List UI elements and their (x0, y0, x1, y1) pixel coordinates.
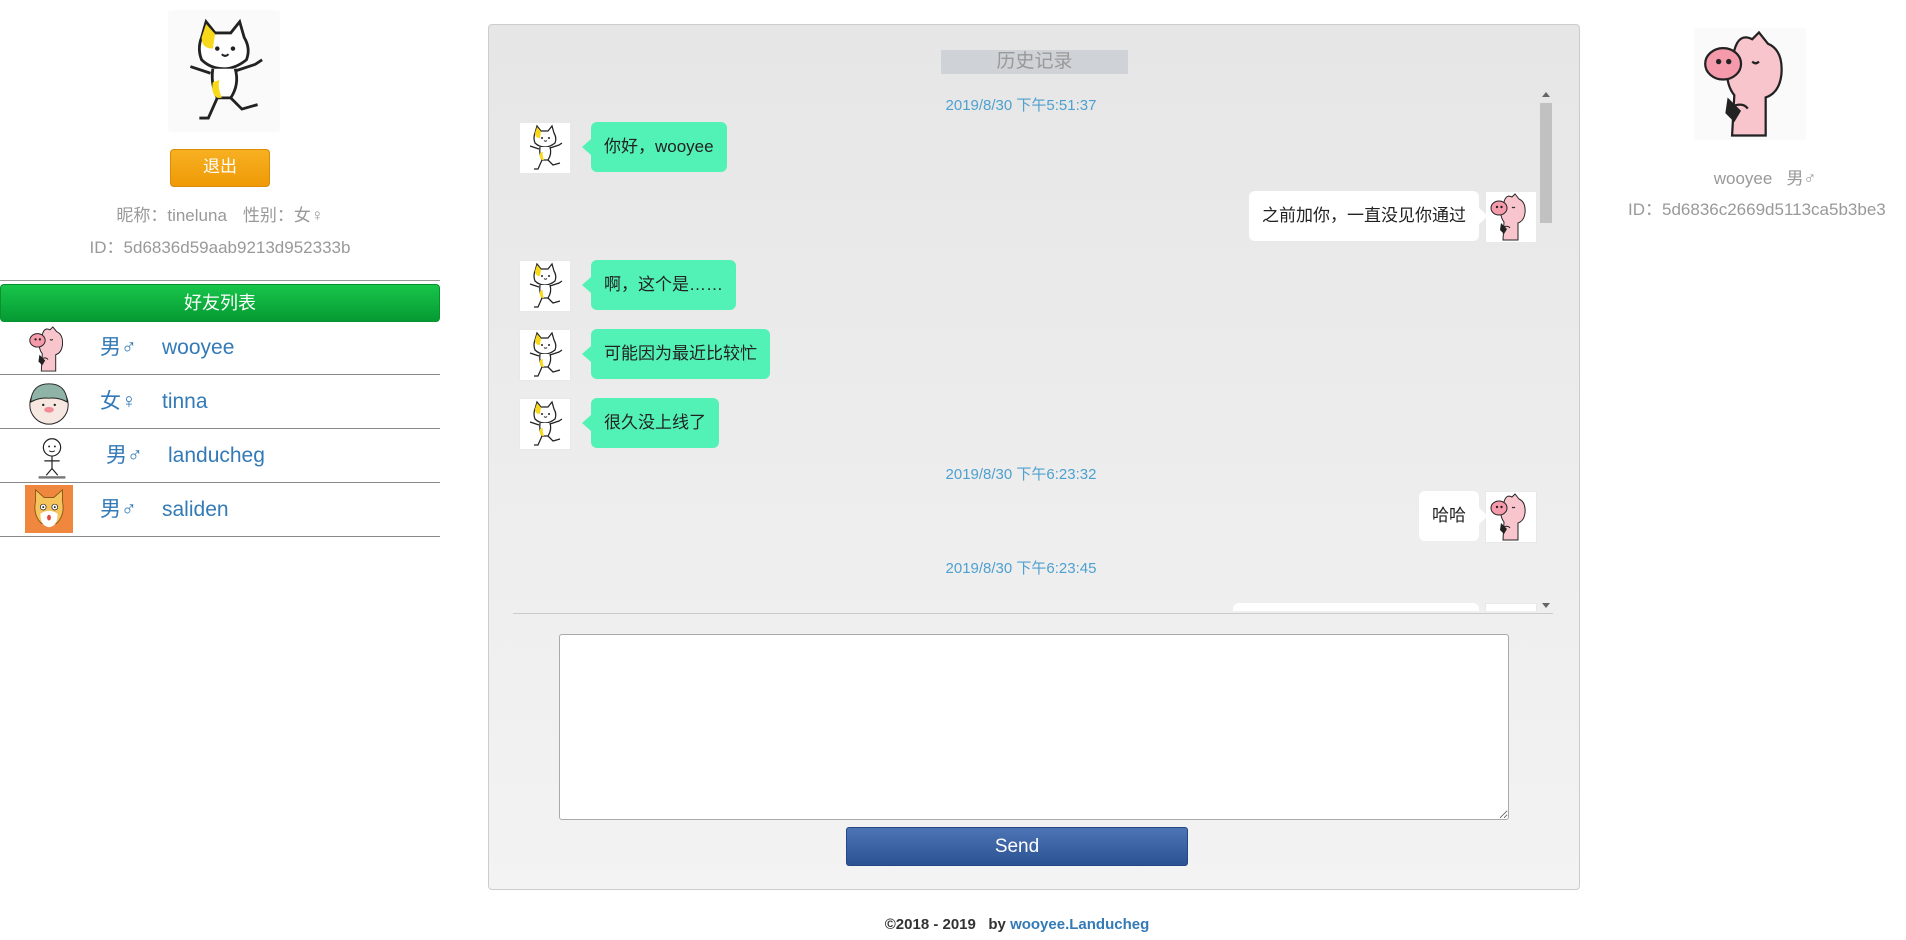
message-bubble-outgoing: 哈哈 (1419, 491, 1488, 541)
logout-button[interactable]: 退出 (170, 149, 270, 187)
peer-id-line: ID：5d6836c2669d5113ca5b3be3 (1628, 195, 1906, 220)
message-avatar (1485, 191, 1537, 243)
timestamp: 2019/8/30 下午6:23:45 (945, 560, 1097, 577)
friend-gender: 男♂ (106, 444, 143, 467)
message-avatar (1485, 603, 1537, 611)
peer-name: wooyee (1713, 169, 1773, 188)
message-avatar (519, 260, 571, 312)
chat-panel: 历史记录 2019/8/30 下午5:51:37 你好，wooyee 之前加你，… (488, 24, 1580, 890)
my-id-line: ID：5d6836d59aab9213d952333b (0, 233, 440, 258)
friend-gender: 女♀ (100, 390, 137, 413)
nickname-label: 昵称： (116, 206, 168, 225)
my-profile-line: 昵称：tineluna 性别：女♀ (0, 201, 440, 226)
timestamp: 2019/8/30 下午6:23:32 (945, 466, 1097, 483)
helmet-character-icon (25, 379, 73, 427)
yellow-cat-icon (520, 399, 570, 449)
pink-pig-icon (1486, 192, 1536, 242)
message-bubble-incoming: 啊，这个是…… (582, 260, 736, 310)
yellow-cat-icon (520, 330, 570, 380)
pink-pig-icon (1486, 492, 1536, 542)
friend-item-saliden[interactable]: 男♂ saliden (0, 483, 440, 537)
message-input[interactable] (559, 634, 1509, 820)
by-text: by (988, 916, 1006, 933)
history-button[interactable]: 历史记录 (941, 50, 1128, 74)
peer-gender: 男♂ (1786, 169, 1817, 188)
message-bubble-incoming: 很久没上线了 (582, 398, 719, 448)
orange-cat-icon (25, 485, 73, 533)
send-button[interactable]: Send (846, 827, 1188, 866)
nickname-value: tineluna (167, 206, 227, 225)
message-list[interactable]: 2019/8/30 下午5:51:37 你好，wooyee 之前加你，一直没见你… (513, 89, 1553, 611)
friend-gender: 男♂ (100, 336, 137, 359)
timestamp: 2019/8/30 下午5:51:37 (945, 97, 1097, 114)
my-avatar (168, 10, 280, 132)
divider (513, 613, 1553, 614)
id-value: 5d6836d59aab9213d952333b (123, 238, 351, 257)
friend-item-tinna[interactable]: 女♀ tinna (0, 375, 440, 429)
message-avatar (519, 398, 571, 450)
friend-avatar (25, 379, 73, 427)
message-bubble-incoming: 可能因为最近比较忙 (582, 329, 770, 379)
peer-id-value: 5d6836c2669d5113ca5b3be3 (1662, 200, 1886, 219)
scroll-up-arrow-icon[interactable] (1542, 92, 1550, 97)
friend-name: saliden (162, 498, 229, 521)
message-avatar (519, 122, 571, 174)
footer: ©2018 - 2019 by wooyee.Landucheg (0, 916, 1906, 933)
friend-item-landucheg[interactable]: 男♂ landucheg (0, 429, 440, 483)
pink-pig-icon (1694, 28, 1806, 140)
gender-value: 女♀ (293, 206, 324, 225)
divider (0, 280, 440, 281)
yellow-cat-icon (168, 10, 280, 132)
user-sidebar: 退出 昵称：tineluna 性别：女♀ ID：5d6836d59aab9213d… (0, 0, 440, 940)
peer-profile-line: wooyee 男♂ (1624, 164, 1906, 189)
pink-pig-icon (25, 325, 73, 373)
message-bubble-incoming: 你好，wooyee (582, 122, 727, 172)
friend-avatar (25, 325, 73, 373)
friend-avatar (25, 485, 73, 533)
gender-label: 性别： (242, 206, 294, 225)
scrollbar-thumb[interactable] (1540, 103, 1552, 223)
friend-name: tinna (162, 390, 208, 413)
friend-name: landucheg (168, 444, 265, 467)
copyright-text: ©2018 - 2019 (884, 916, 976, 933)
friend-item-wooyee[interactable]: 男♂ wooyee (0, 321, 440, 375)
stick-figure-icon (28, 433, 76, 481)
yellow-cat-icon (520, 123, 570, 173)
friend-name: wooyee (162, 336, 235, 359)
id-label: ID： (89, 238, 124, 257)
friend-list-header: 好友列表 (0, 284, 440, 322)
scroll-down-arrow-icon[interactable] (1542, 603, 1550, 608)
authors-link[interactable]: wooyee.Landucheg (1010, 916, 1149, 933)
message-avatar (519, 329, 571, 381)
message-bubble-outgoing-partial (1233, 603, 1479, 611)
yellow-cat-icon (520, 261, 570, 311)
friend-avatar (28, 433, 76, 481)
message-scrollbar[interactable] (1539, 89, 1553, 611)
peer-id-label: ID： (1628, 200, 1662, 219)
message-avatar (1485, 491, 1537, 543)
peer-avatar (1694, 28, 1806, 140)
message-bubble-outgoing: 之前加你，一直没见你通过 (1249, 191, 1488, 241)
friend-gender: 男♂ (100, 498, 137, 521)
